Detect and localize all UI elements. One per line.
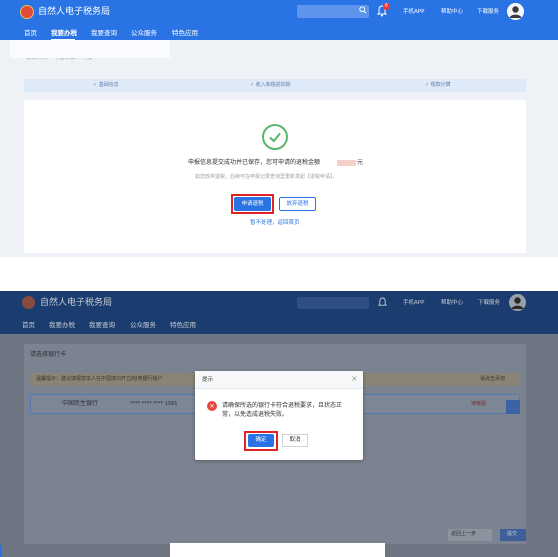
edge-strip: [0, 545, 2, 557]
nav-query[interactable]: 我要查询: [91, 29, 117, 38]
submit-label: 提交: [507, 531, 518, 537]
nav-tax-handling[interactable]: 我要办税: [51, 29, 77, 38]
emblem-icon: [22, 296, 35, 309]
add-card-link[interactable]: 请点击添加: [480, 376, 505, 383]
emblem-icon: [20, 5, 34, 19]
apply-refund-button[interactable]: 申请退税: [234, 197, 271, 211]
download-service-link[interactable]: 下载服务: [478, 299, 500, 307]
step-income-deduction: ✓ 收入和税前扣除: [250, 82, 291, 88]
abandon-refund-button[interactable]: 放弃退税: [279, 197, 316, 211]
step-basic-info: ✓ 基础信息: [93, 82, 119, 88]
dialog-title-bar: [195, 371, 363, 389]
bell-icon[interactable]: [378, 297, 387, 308]
avatar[interactable]: [507, 3, 524, 20]
site-title[interactable]: 自然人电子税务局: [38, 5, 110, 19]
nav-query[interactable]: 我要查询: [89, 321, 115, 330]
nav-home[interactable]: 首页: [24, 29, 37, 38]
step-tax-calculation: ✓ 税款计算: [425, 82, 451, 88]
separator-gap: [0, 257, 558, 291]
warning-text: 温馨提示：建议填报您本人在中国境内开立的I类银行账户: [36, 376, 163, 382]
dialog-title: 提示: [202, 377, 214, 383]
card-status: 待核验: [471, 401, 487, 407]
error-icon: ×: [207, 401, 217, 411]
search-input[interactable]: [297, 297, 369, 309]
notification-badge: 6: [383, 3, 390, 10]
selected-corner-icon: [506, 400, 520, 414]
help-center-link[interactable]: 帮助中心: [441, 299, 463, 307]
avatar[interactable]: [509, 294, 526, 311]
dialog-message: 请确保所选的银行卡符合退税要求，且状态正常，以免造成退税失败。: [222, 402, 343, 418]
success-message: 申报信息提交成功并已保存，您可申请的退税金额: [188, 159, 321, 166]
nav-featured-apps[interactable]: 特色应用: [170, 321, 196, 330]
cancel-button[interactable]: 取消: [282, 434, 308, 447]
bottom-nav-bar: [0, 317, 558, 334]
footer-overlay: [170, 543, 385, 557]
download-service-link[interactable]: 下载服务: [477, 8, 499, 16]
mobile-app-link[interactable]: 手机APP: [403, 299, 424, 307]
refund-hint: 如您放弃退税，后续可在申报记录查询里重新发起【退税申请】。: [195, 174, 338, 180]
redacted-amount: [337, 160, 356, 166]
confirm-button[interactable]: 确定: [248, 434, 274, 447]
return-home-link[interactable]: 暂不处理，返回首页: [250, 219, 300, 227]
nav-public-service[interactable]: 公众服务: [130, 321, 156, 330]
card-number: **** **** **** 1581: [130, 401, 178, 407]
amount-unit: 元: [357, 159, 364, 166]
nav-tax-handling[interactable]: 我要办税: [49, 321, 75, 330]
nav-public-service[interactable]: 公众服务: [131, 29, 157, 38]
site-title[interactable]: 自然人电子税务局: [40, 297, 112, 309]
help-center-link[interactable]: 帮助中心: [441, 8, 463, 16]
close-icon[interactable]: ×: [351, 374, 358, 384]
nav-featured-apps[interactable]: 特色应用: [172, 29, 198, 38]
section-title: 请选择银行卡: [30, 351, 67, 358]
search-icon[interactable]: [359, 6, 367, 14]
nav-home[interactable]: 首页: [22, 321, 35, 330]
success-check-icon: [262, 124, 288, 150]
overlay-banner: [10, 40, 170, 58]
prev-step-label: 返回上一步: [451, 531, 477, 537]
mobile-app-link[interactable]: 手机APP: [403, 8, 424, 16]
bank-name: 中国民生银行: [62, 400, 99, 407]
